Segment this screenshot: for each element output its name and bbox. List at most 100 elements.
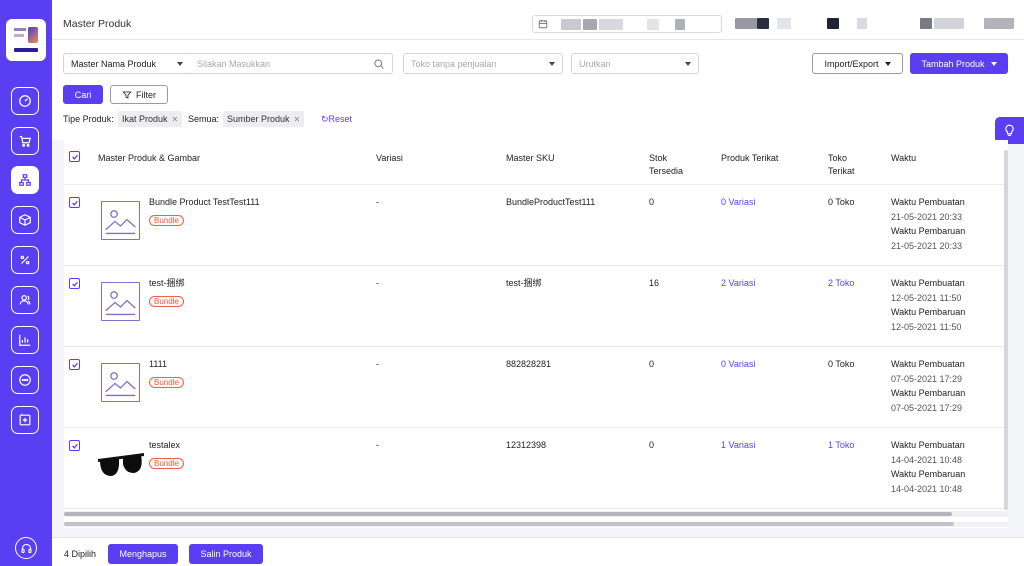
horizontal-scrollbar-thumb[interactable]: [64, 512, 952, 516]
search-field-select[interactable]: Master Nama Produk: [63, 53, 191, 74]
linked-stores-link[interactable]: 2 Toko: [828, 276, 854, 291]
top-bar: Master Produk: [52, 0, 1024, 40]
updated-time: 14-04-2021 10:48: [891, 483, 963, 494]
updated-label: Waktu Pembaruan: [891, 226, 966, 236]
product-image-sunglasses[interactable]: [96, 445, 146, 485]
date-range-picker[interactable]: [532, 15, 722, 33]
store-filter-select[interactable]: Toko tanpa penjualan: [403, 53, 563, 74]
created-label: Waktu Pembuatan: [891, 359, 965, 369]
check-icon: [71, 362, 78, 368]
chevron-down-icon: [177, 62, 183, 66]
variation-cell: -: [376, 440, 379, 450]
import-export-label: Import/Export: [824, 58, 879, 69]
sidebar-item-orders[interactable]: [11, 127, 39, 155]
linked-products-link[interactable]: 0 Variasi: [721, 357, 755, 372]
bundle-badge: Bundle: [149, 377, 184, 388]
product-image-placeholder[interactable]: [101, 201, 140, 240]
created-label: Waktu Pembuatan: [891, 197, 965, 207]
search-input[interactable]: Silakan Masukkan: [190, 53, 393, 74]
product-type-chip-label: Ikat Produk: [122, 114, 168, 124]
import-export-button[interactable]: Import/Export: [812, 53, 903, 74]
sidebar-item-reports[interactable]: [11, 326, 39, 354]
add-square-icon: [19, 413, 31, 426]
updated-time: 07-05-2021 17:29: [891, 402, 963, 413]
product-type-chip[interactable]: Ikat Produk ✕: [118, 111, 183, 127]
search-button-label: Cari: [74, 89, 92, 100]
sidebar-item-add[interactable]: [11, 406, 39, 434]
product-name[interactable]: Bundle Product TestTest111: [149, 195, 260, 210]
row-checkbox[interactable]: [69, 278, 80, 289]
close-icon[interactable]: ✕: [294, 115, 301, 124]
created-label: Waktu Pembuatan: [891, 278, 965, 288]
product-image-placeholder[interactable]: [101, 363, 140, 402]
sidebar-item-dashboard[interactable]: [11, 87, 39, 115]
page-title: Master Produk: [63, 18, 132, 30]
reset-link[interactable]: ↻Reset: [321, 114, 352, 125]
select-all-checkbox[interactable]: [69, 151, 80, 162]
sort-select[interactable]: Urutkan: [571, 53, 699, 74]
linked-stores-link[interactable]: 1 Toko: [828, 438, 854, 453]
sunglasses-icon: [98, 453, 144, 476]
table-row[interactable]: Bundle Product TestTest111 Bundle - Bund…: [64, 185, 1008, 266]
horizontal-scrollbar-thumb-2[interactable]: [64, 522, 954, 526]
row-checkbox[interactable]: [69, 197, 80, 208]
source-chip-label: Sumber Produk: [227, 114, 290, 124]
search-button[interactable]: Cari: [63, 85, 103, 104]
table-row[interactable]: 1111 Bundle - 882828281 0 0 Variasi 0 To…: [64, 347, 1008, 428]
table-row[interactable]: testalex Bundle - 12312398 0 1 Variasi 1…: [64, 428, 1008, 509]
stock-cell: 0: [649, 440, 655, 450]
all-label: Semua:: [188, 114, 220, 124]
sku-cell: 12312398: [506, 440, 547, 450]
product-name[interactable]: testalex: [149, 438, 180, 453]
chevron-down-icon: [685, 62, 691, 66]
column-header-linked-stores-line2: Terikat: [828, 166, 855, 176]
search-icon: [374, 59, 384, 69]
linked-products-link[interactable]: 2 Variasi: [721, 276, 755, 291]
store-filter-placeholder: Toko tanpa penjualan: [411, 58, 497, 69]
check-icon: [71, 200, 78, 206]
sku-cell: test-捆绑: [506, 278, 542, 288]
sku-cell: 882828281: [506, 359, 552, 369]
source-chip[interactable]: Sumber Produk ✕: [223, 111, 305, 127]
product-name[interactable]: test-捆绑: [149, 276, 185, 291]
sidebar-item-chat[interactable]: [11, 366, 39, 394]
product-image-placeholder[interactable]: [101, 282, 140, 321]
row-checkbox[interactable]: [69, 359, 80, 370]
table-row[interactable]: test-捆绑 Bundle - test-捆绑 16 2 Variasi 2 …: [64, 266, 1008, 347]
sidebar-item-customers[interactable]: [11, 286, 39, 314]
check-icon: [71, 443, 78, 449]
add-product-button[interactable]: Tambah Produk: [910, 53, 1008, 74]
product-tree-icon: [19, 174, 31, 186]
column-header-linked-stores: Toko Terikat: [828, 152, 855, 178]
updated-time: 12-05-2021 11:50: [891, 321, 962, 332]
add-product-label: Tambah Produk: [921, 58, 985, 69]
linked-products-link[interactable]: 1 Variasi: [721, 438, 755, 453]
user-account-blurred[interactable]: [912, 15, 1020, 33]
app-logo[interactable]: [6, 19, 46, 61]
row-checkbox[interactable]: [69, 440, 80, 451]
time-cell: Waktu Pembuatan 14-04-2021 10:48 Waktu P…: [891, 438, 965, 496]
time-cell: Waktu Pembuatan 07-05-2021 17:29 Waktu P…: [891, 357, 965, 415]
lightbulb-icon: [1005, 124, 1014, 136]
copy-product-button[interactable]: Salin Produk: [189, 544, 263, 564]
stock-cell: 16: [649, 278, 660, 288]
updated-label: Waktu Pembaruan: [891, 307, 966, 317]
variation-cell: -: [376, 278, 379, 288]
reset-label: Reset: [328, 114, 353, 124]
product-name[interactable]: 1111: [149, 357, 167, 372]
store-selector-blurred[interactable]: [727, 15, 897, 33]
linked-products-link[interactable]: 0 Variasi: [721, 195, 755, 210]
check-icon: [71, 154, 78, 160]
stock-cell: 0: [649, 197, 655, 207]
sidebar-item-promotions[interactable]: [11, 246, 39, 274]
created-time: 07-05-2021 17:29: [891, 373, 963, 384]
delete-button[interactable]: Menghapus: [108, 544, 178, 564]
close-icon[interactable]: ✕: [172, 115, 179, 124]
sidebar-item-inventory[interactable]: [11, 206, 39, 234]
customer-support-button[interactable]: [15, 537, 37, 559]
filter-button[interactable]: Filter: [110, 85, 168, 104]
sku-cell: BundleProductTest111: [506, 197, 596, 207]
sidebar-item-master-product[interactable]: [11, 166, 39, 194]
vertical-scrollbar[interactable]: [1004, 150, 1008, 510]
cart-icon: [19, 136, 32, 147]
